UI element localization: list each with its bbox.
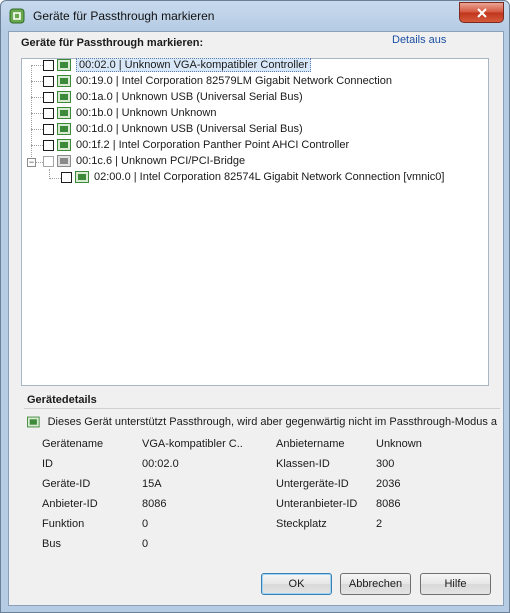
detail-value: 00:02.0 xyxy=(142,458,179,470)
device-row[interactable]: 00:02.0 | Unknown VGA-kompatibler Contro… xyxy=(43,57,312,73)
detail-value: 300 xyxy=(376,458,395,470)
detail-value: 0 xyxy=(142,518,149,530)
device-label: 00:1b.0 | Unknown Unknown xyxy=(76,107,217,119)
detail-value: 2036 xyxy=(376,478,401,490)
device-label: 02:00.0 | Intel Corporation 82574L Gigab… xyxy=(94,171,445,183)
passthrough-status-message: Dieses Gerät unterstützt Passthrough, wi… xyxy=(27,414,497,430)
tree-line xyxy=(49,178,61,179)
divider xyxy=(24,408,500,409)
detail-value: 2 xyxy=(376,518,383,530)
cancel-button[interactable]: Abbrechen xyxy=(340,573,411,595)
window-title: Geräte für Passthrough markieren xyxy=(33,9,215,23)
passthrough-checkbox[interactable] xyxy=(43,59,54,71)
dialog-window: Geräte für Passthrough markieren Geräte … xyxy=(0,0,510,613)
pci-card-icon xyxy=(57,139,71,151)
pci-card-icon xyxy=(57,91,71,103)
pci-card-icon xyxy=(75,171,89,183)
tree-line xyxy=(31,113,43,114)
device-label: 00:1d.0 | Unknown USB (Universal Serial … xyxy=(76,123,303,135)
tree-line xyxy=(36,162,43,163)
tree-line xyxy=(31,145,43,146)
device-row[interactable]: 00:1f.2 | Intel Corporation Panther Poin… xyxy=(43,137,349,153)
detail-label: Funktion xyxy=(42,518,85,530)
pci-card-icon xyxy=(57,123,71,135)
device-row[interactable]: 00:1a.0 | Unknown USB (Universal Serial … xyxy=(43,89,303,105)
detail-value: 8086 xyxy=(376,498,401,510)
passthrough-checkbox[interactable] xyxy=(43,123,54,135)
passthrough-checkbox[interactable] xyxy=(43,155,54,167)
detail-label: Untergeräte-ID xyxy=(276,478,349,490)
tree-line xyxy=(31,129,43,130)
detail-label: Anbieter-ID xyxy=(42,498,98,510)
device-label: 00:02.0 | Unknown VGA-kompatibler Contro… xyxy=(76,58,312,72)
tree-collapse-toggle[interactable]: − xyxy=(27,158,36,167)
dialog-body: Geräte für Passthrough markieren: Detail… xyxy=(8,31,504,606)
pci-card-icon xyxy=(57,155,71,167)
detail-value: 0 xyxy=(142,538,149,550)
tree-line xyxy=(31,65,32,163)
detail-label: Gerätename xyxy=(42,438,104,450)
device-label: 00:1a.0 | Unknown USB (Universal Serial … xyxy=(76,91,303,103)
device-tree[interactable]: − 00:02.0 | Unknown VGA-kompatibler Cont… xyxy=(21,58,489,386)
detail-value: Unknown xyxy=(376,438,422,450)
passthrough-checkbox[interactable] xyxy=(43,75,54,87)
detail-label: Unteranbieter-ID xyxy=(276,498,358,510)
pci-card-icon xyxy=(57,75,71,87)
passthrough-checkbox[interactable] xyxy=(43,107,54,119)
passthrough-checkbox[interactable] xyxy=(43,139,54,151)
device-list-heading: Geräte für Passthrough markieren: xyxy=(21,37,204,49)
detail-label: Geräte-ID xyxy=(42,478,91,490)
device-label: 00:19.0 | Intel Corporation 82579LM Giga… xyxy=(76,75,392,87)
detail-label: Bus xyxy=(42,538,61,550)
detail-value: 15A xyxy=(142,478,162,490)
status-message-text: Dieses Gerät unterstützt Passthrough, wi… xyxy=(47,416,497,428)
help-button[interactable]: Hilfe xyxy=(420,573,491,595)
device-row[interactable]: 00:1d.0 | Unknown USB (Universal Serial … xyxy=(43,121,303,137)
tree-line xyxy=(31,65,43,66)
title-bar[interactable]: Geräte für Passthrough markieren xyxy=(1,1,509,31)
device-row[interactable]: 00:1c.6 | Unknown PCI/PCI-Bridge xyxy=(43,153,245,169)
device-row[interactable]: 02:00.0 | Intel Corporation 82574L Gigab… xyxy=(61,169,444,185)
close-icon xyxy=(476,7,487,18)
pci-card-icon xyxy=(57,107,71,119)
detail-label: Steckplatz xyxy=(276,518,327,530)
device-label: 00:1c.6 | Unknown PCI/PCI-Bridge xyxy=(76,155,246,167)
detail-value: 8086 xyxy=(142,498,167,510)
pci-card-icon xyxy=(27,416,40,428)
tree-line xyxy=(31,81,43,82)
pci-card-icon xyxy=(57,59,71,71)
passthrough-checkbox[interactable] xyxy=(43,91,54,103)
close-button[interactable] xyxy=(459,2,504,23)
ok-button[interactable]: OK xyxy=(261,573,332,595)
device-row[interactable]: 00:19.0 | Intel Corporation 82579LM Giga… xyxy=(43,73,392,89)
passthrough-checkbox[interactable] xyxy=(61,171,72,183)
device-row[interactable]: 00:1b.0 | Unknown Unknown xyxy=(43,105,216,121)
device-label: 00:1f.2 | Intel Corporation Panther Poin… xyxy=(76,139,350,151)
details-toggle-link[interactable]: Details aus xyxy=(392,34,446,46)
detail-label: ID xyxy=(42,458,53,470)
detail-value: VGA-kompatibler C.. xyxy=(142,438,243,450)
detail-label: Klassen-ID xyxy=(276,458,330,470)
vsphere-app-icon xyxy=(9,8,25,24)
tree-line xyxy=(31,97,43,98)
device-details-heading: Gerätedetails xyxy=(27,394,97,406)
detail-label: Anbietername xyxy=(276,438,345,450)
